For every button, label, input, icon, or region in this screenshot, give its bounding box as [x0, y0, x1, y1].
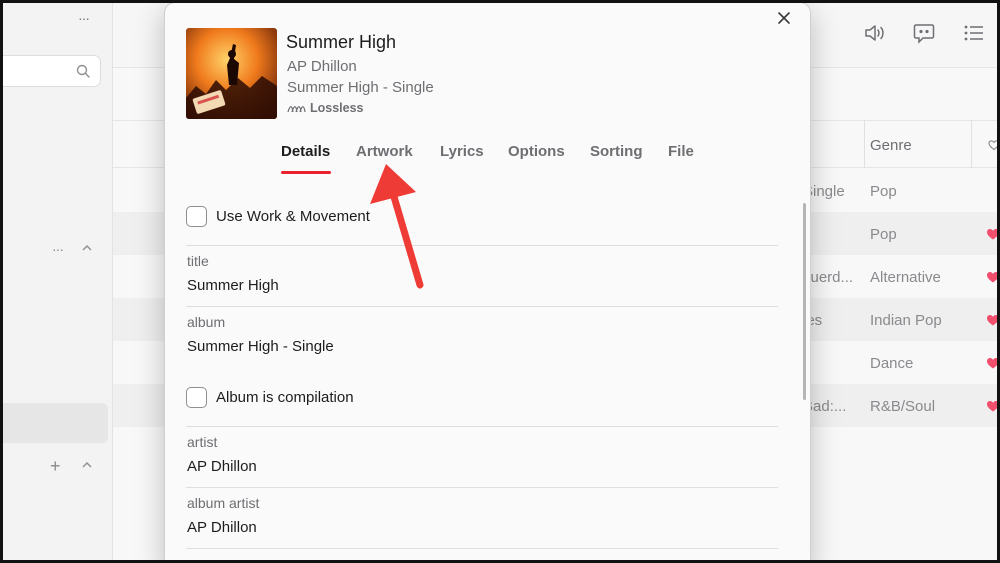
title-field[interactable]: Summer High [187, 277, 279, 294]
genre-cell: Dance [870, 355, 914, 372]
song-info-dialog: Summer High AP Dhillon Summer High - Sin… [165, 3, 810, 563]
album-artist-field[interactable]: AP Dhillon [187, 519, 257, 536]
speaker-icon[interactable] [863, 22, 887, 44]
list-icon[interactable] [962, 22, 986, 44]
album-cell: cuerd... [803, 269, 854, 286]
close-icon[interactable] [776, 10, 792, 26]
divider [186, 306, 778, 307]
add-playlist-button[interactable]: + [50, 456, 61, 477]
scrollbar[interactable] [803, 203, 806, 400]
loved-heart-icon[interactable] [986, 400, 1000, 412]
divider [186, 245, 778, 246]
column-separator [971, 120, 972, 168]
tab-file[interactable]: File [668, 143, 694, 160]
genre-cell: Pop [870, 226, 897, 243]
artist-field[interactable]: AP Dhillon [187, 458, 257, 475]
loved-heart-icon[interactable] [986, 357, 1000, 369]
checkbox-label: Album is compilation [216, 389, 354, 406]
checkbox[interactable] [186, 206, 207, 227]
loved-heart-icon[interactable] [986, 314, 1000, 326]
sidebar-more-button[interactable]: ··· [78, 10, 90, 26]
tab-options[interactable]: Options [508, 143, 565, 160]
sidebar: ··· ··· + [0, 0, 113, 563]
genre-cell: Indian Pop [870, 312, 942, 329]
annotation-arrow [370, 164, 424, 289]
divider [186, 426, 778, 427]
album-artwork [186, 28, 277, 119]
section-more-button[interactable]: ··· [52, 241, 64, 257]
album-field-label: album [187, 314, 226, 330]
song-title: Summer High [286, 32, 397, 52]
chevron-up-icon[interactable] [81, 243, 93, 253]
loved-heart-icon[interactable] [986, 271, 1000, 283]
lyrics-bubble-icon[interactable] [912, 22, 936, 44]
tab-sorting[interactable]: Sorting [590, 143, 643, 160]
genre-column-header[interactable]: Genre [870, 137, 912, 154]
genre-cell: Pop [870, 183, 897, 200]
checkbox[interactable] [186, 387, 207, 408]
sidebar-selected-item[interactable] [0, 403, 108, 443]
album-field[interactable]: Summer High - Single [187, 338, 334, 355]
divider [186, 487, 778, 488]
song-album: Summer High - Single [287, 79, 434, 96]
chevron-up-icon[interactable] [81, 460, 93, 470]
album-artist-field-label: album artist [187, 495, 260, 511]
lossless-label: Lossless [310, 101, 364, 115]
search-icon [76, 64, 90, 78]
use-work-movement-checkbox[interactable]: Use Work & Movement [186, 206, 370, 227]
heart-icon[interactable] [988, 139, 1000, 151]
divider [186, 548, 778, 549]
genre-cell: R&B/Soul [870, 398, 936, 415]
lossless-icon [287, 105, 306, 112]
dialog-tabs: Details Artwork Lyrics Options Sorting F… [165, 143, 810, 175]
genre-cell: Alternative [870, 269, 941, 286]
lossless-badge: Lossless [287, 101, 364, 115]
tab-details[interactable]: Details [281, 143, 330, 160]
artist-field-label: artist [187, 434, 218, 450]
tab-lyrics[interactable]: Lyrics [440, 143, 484, 160]
active-tab-indicator [281, 171, 331, 174]
checkbox-label: Use Work & Movement [216, 208, 370, 225]
album-compilation-checkbox[interactable]: Album is compilation [186, 387, 354, 408]
title-field-label: title [187, 253, 209, 269]
song-artist: AP Dhillon [287, 58, 357, 75]
column-separator [864, 120, 865, 168]
loved-heart-icon[interactable] [986, 228, 1000, 240]
